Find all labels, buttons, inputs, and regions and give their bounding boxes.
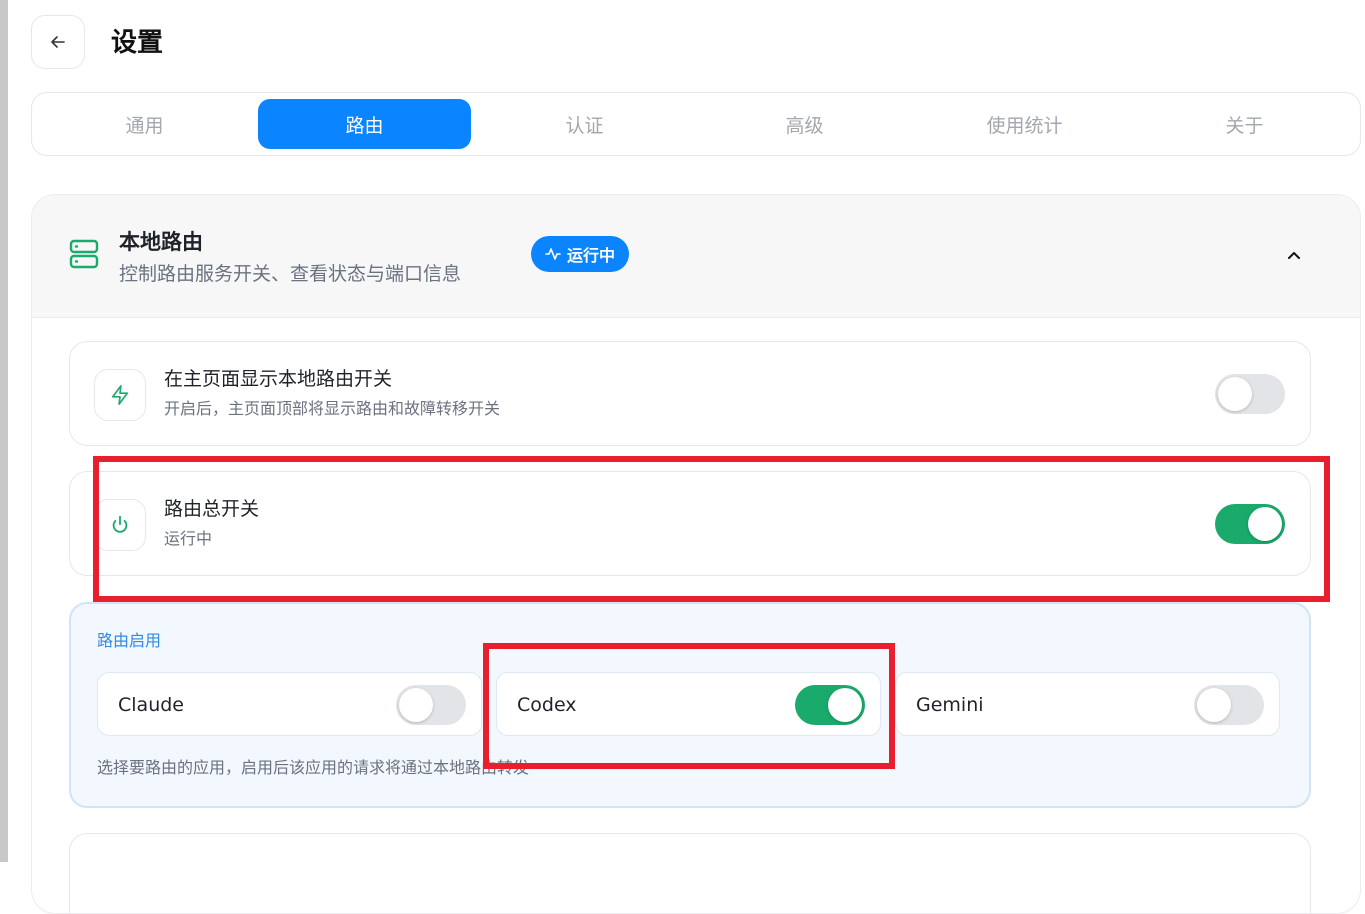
app-name-codex: Codex	[517, 694, 577, 716]
status-badge-label: 运行中	[567, 246, 616, 265]
section-subtitle: 控制路由服务开关、查看状态与端口信息	[119, 263, 462, 285]
section-title: 本地路由	[119, 230, 203, 254]
master-switch-row: 路由总开关 运行中	[69, 471, 1311, 576]
app-card-gemini: Gemini	[895, 672, 1280, 736]
show-switch-row: 在主页面显示本地路由开关 开启后，主页面顶部将显示路由和故障转移开关	[69, 341, 1311, 446]
claude-toggle[interactable]	[396, 685, 466, 725]
local-routing-section: 本地路由 控制路由服务开关、查看状态与端口信息 运行中 在主页面显示本地路由开关…	[31, 194, 1361, 914]
tab-general[interactable]: 通用	[38, 99, 251, 149]
settings-tabs: 通用 路由 认证 高级 使用统计 关于	[31, 92, 1361, 156]
show-switch-description: 开启后，主页面顶部将显示路由和故障转移开关	[164, 399, 501, 418]
master-switch-title: 路由总开关	[164, 498, 260, 520]
next-settings-card	[69, 833, 1311, 913]
tab-usage-stats[interactable]: 使用统计	[918, 99, 1131, 149]
zap-icon	[111, 385, 129, 405]
codex-toggle[interactable]	[795, 685, 865, 725]
arrow-left-icon	[51, 36, 65, 48]
page-title: 设置	[111, 28, 164, 58]
activity-icon	[545, 248, 561, 260]
route-enable-hint: 选择要路由的应用，启用后该应用的请求将通过本地路由转发	[97, 758, 530, 777]
section-header[interactable]: 本地路由 控制路由服务开关、查看状态与端口信息 运行中	[32, 195, 1360, 318]
master-switch-status: 运行中	[164, 529, 213, 548]
app-card-codex: Codex	[496, 672, 881, 736]
tab-about[interactable]: 关于	[1138, 99, 1351, 149]
left-window-edge	[0, 0, 8, 862]
back-button[interactable]	[31, 15, 85, 69]
chevron-up-icon	[1288, 252, 1300, 259]
show-switch-toggle[interactable]	[1215, 374, 1285, 414]
power-icon	[112, 515, 128, 533]
tab-routing[interactable]: 路由	[258, 99, 471, 149]
tab-advanced[interactable]: 高级	[698, 99, 911, 149]
gemini-toggle[interactable]	[1194, 685, 1264, 725]
master-switch-icon-box	[94, 499, 146, 551]
show-switch-title: 在主页面显示本地路由开关	[164, 368, 393, 390]
route-enable-label: 路由启用	[97, 631, 162, 650]
status-badge: 运行中	[531, 236, 630, 272]
server-icon	[69, 239, 99, 269]
route-enable-panel: 路由启用 Claude Codex Gemini 选择要路由的应用，启用后该应用…	[69, 602, 1311, 808]
app-name-gemini: Gemini	[916, 694, 984, 716]
app-card-claude: Claude	[97, 672, 482, 736]
master-switch-toggle[interactable]	[1215, 504, 1285, 544]
show-switch-icon-box	[94, 369, 146, 421]
tab-auth[interactable]: 认证	[478, 99, 691, 149]
collapse-button[interactable]	[1280, 241, 1308, 269]
app-name-claude: Claude	[118, 694, 184, 716]
